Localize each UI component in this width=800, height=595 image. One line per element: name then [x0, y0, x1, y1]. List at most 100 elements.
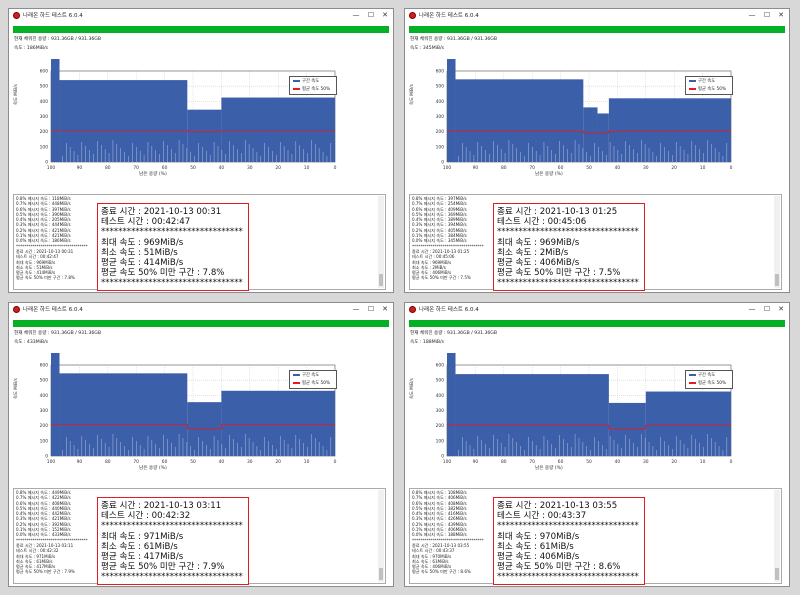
legend-label-avg: 평균 속도 50%	[698, 381, 727, 386]
x-tick-label: 0	[730, 165, 733, 171]
speed-segment	[447, 59, 456, 163]
legend-label-avg: 평균 속도 50%	[302, 381, 331, 386]
maximize-button[interactable]: ☐	[760, 303, 774, 315]
chart-legend: 구간 속도 평균 속도 50%	[289, 76, 337, 95]
capacity-value: 931.36GB / 931.36GB	[446, 37, 498, 42]
capacity-label: 현재 체워진 용량 :	[410, 331, 447, 336]
app-icon	[409, 12, 416, 19]
speed-text: 속도 : 186MiB/s	[14, 45, 48, 51]
title-bar[interactable]: 나래온 하드 테스트 6.0.4 — ☐ ✕	[405, 9, 789, 22]
progress-bar	[409, 26, 785, 33]
x-tick-label: 30	[643, 459, 649, 465]
close-button[interactable]: ✕	[378, 303, 392, 315]
legend-label-instant: 구간 속도	[302, 79, 320, 84]
x-tick-label: 20	[671, 459, 677, 465]
x-tick-label: 40	[615, 459, 621, 465]
legend-item-avg: 평균 속도 50%	[290, 379, 336, 387]
log-scrollbar[interactable]	[774, 490, 780, 582]
y-tick-label: 500	[40, 84, 49, 90]
speed-segment	[455, 79, 584, 162]
speed-label: 속도 :	[410, 46, 423, 51]
log-lines: 0.8% 메시지 속도 : 118MiB/s 0.7% 메시지 속도 : 448M…	[16, 196, 88, 281]
close-button[interactable]: ✕	[774, 303, 788, 315]
minimize-button[interactable]: —	[745, 303, 759, 315]
min-speed: 최소 속도 : 61MiB/s	[101, 541, 178, 552]
y-tick-label: 400	[40, 393, 49, 399]
capacity-value: 931.36GB / 931.36GB	[446, 331, 498, 336]
speed-label: 속도 :	[14, 46, 27, 51]
log-lines: 0.8% 메시지 속도 : 108MiB/s 0.7% 메시지 속도 : 406M…	[412, 490, 484, 575]
x-tick-label: 50	[586, 165, 592, 171]
y-tick-label: 0	[441, 454, 444, 460]
minimize-button[interactable]: —	[349, 303, 363, 315]
progress-fill	[409, 320, 785, 327]
summary-callout: 종료 시간 : 2021-10-13 01:25 테스트 시간 : 00:45:…	[493, 203, 645, 291]
y-tick-label: 600	[40, 363, 49, 369]
chart-legend: 구간 속도 평균 속도 50%	[685, 370, 733, 389]
x-tick-label: 80	[105, 459, 111, 465]
maximize-button[interactable]: ☐	[364, 303, 378, 315]
x-tick-label: 40	[219, 459, 225, 465]
max-speed: 최대 속도 : 969MiB/s	[101, 237, 184, 248]
capacity-label: 현재 체워진 용량 :	[14, 37, 51, 42]
app-icon	[13, 12, 20, 19]
y-tick-label: 0	[45, 160, 48, 166]
log-scrollbar[interactable]	[378, 196, 384, 288]
y-tick-label: 0	[441, 160, 444, 166]
log-tabs: 이전 • 현재 회차현재 회차	[13, 480, 80, 497]
scroll-thumb[interactable]	[379, 568, 383, 580]
y-tick-label: 0	[45, 454, 48, 460]
capacity-text: 현재 체워진 용량 : 931.36GB / 931.36GB	[14, 330, 101, 336]
y-tick-label: 300	[436, 114, 445, 120]
legend-item-instant: 구간 속도	[290, 77, 336, 85]
x-tick-label: 80	[105, 165, 111, 171]
legend-item-avg: 평균 속도 50%	[290, 85, 336, 93]
window-title: 나래온 하드 테스트 6.0.4	[23, 13, 83, 19]
end-time: 종료 시간 : 2021-10-13 03:55	[497, 501, 618, 511]
log-tabs: 이전 • 현재 회차현재 회차	[409, 480, 476, 497]
title-bar[interactable]: 나래온 하드 테스트 6.0.4 — ☐ ✕	[9, 9, 393, 22]
y-tick-label: 300	[40, 114, 49, 120]
max-speed: 최대 속도 : 971MiB/s	[101, 531, 184, 542]
maximize-button[interactable]: ☐	[760, 9, 774, 21]
maximize-button[interactable]: ☐	[364, 9, 378, 21]
end-time: 종료 시간 : 2021-10-13 03:11	[101, 501, 222, 511]
scroll-thumb[interactable]	[775, 568, 779, 580]
avg-speed: 평균 속도 : 406MiB/s	[497, 552, 580, 563]
x-tick-label: 90	[77, 459, 83, 465]
speed-value: 186MiB/s	[26, 46, 49, 51]
close-button[interactable]: ✕	[378, 9, 392, 21]
separator-line-bottom: *********************************	[101, 278, 243, 289]
progress-fill	[13, 26, 389, 33]
speed-segment	[221, 97, 335, 162]
close-button[interactable]: ✕	[774, 9, 788, 21]
title-bar[interactable]: 나래온 하드 테스트 6.0.4 — ☐ ✕	[405, 303, 789, 316]
log-line: 평균 속도 50% 미만 구간 : 7.9%	[16, 569, 75, 575]
scroll-thumb[interactable]	[379, 274, 383, 286]
log-lines: 0.8% 메시지 속도 : 449MiB/s 0.7% 메시지 속도 : 422M…	[16, 490, 88, 575]
title-bar[interactable]: 나래온 하드 테스트 6.0.4 — ☐ ✕	[9, 303, 393, 316]
window-title: 나래온 하드 테스트 6.0.4	[419, 13, 479, 19]
speed-segment	[59, 373, 188, 456]
below-half-speed: 평균 속도 50% 미만 구간 : 7.9%	[101, 562, 225, 573]
y-tick-label: 100	[436, 438, 445, 444]
log-scrollbar[interactable]	[378, 490, 384, 582]
log-scrollbar[interactable]	[774, 196, 780, 288]
speed-text: 속도 : 188MiB/s	[410, 339, 444, 345]
minimize-button[interactable]: —	[349, 9, 363, 21]
legend-swatch-avg	[689, 88, 696, 90]
legend-label-instant: 구간 속도	[698, 79, 716, 84]
legend-label-instant: 구간 속도	[698, 373, 716, 378]
x-axis-title: 남은 용량 (%)	[139, 172, 167, 177]
y-axis-title: 속도 MiB/s	[14, 378, 19, 399]
x-tick-label: 80	[501, 459, 507, 465]
separator-line: *********************************	[497, 521, 639, 532]
scroll-thumb[interactable]	[775, 274, 779, 286]
log-line: 평균 속도 50% 미만 구간 : 7.5%	[412, 275, 471, 281]
x-tick-label: 50	[586, 459, 592, 465]
avg-speed: 평균 속도 : 406MiB/s	[497, 258, 580, 269]
minimize-button[interactable]: —	[745, 9, 759, 21]
x-tick-label: 80	[501, 165, 507, 171]
y-tick-label: 200	[436, 423, 445, 429]
app-icon	[13, 306, 20, 313]
